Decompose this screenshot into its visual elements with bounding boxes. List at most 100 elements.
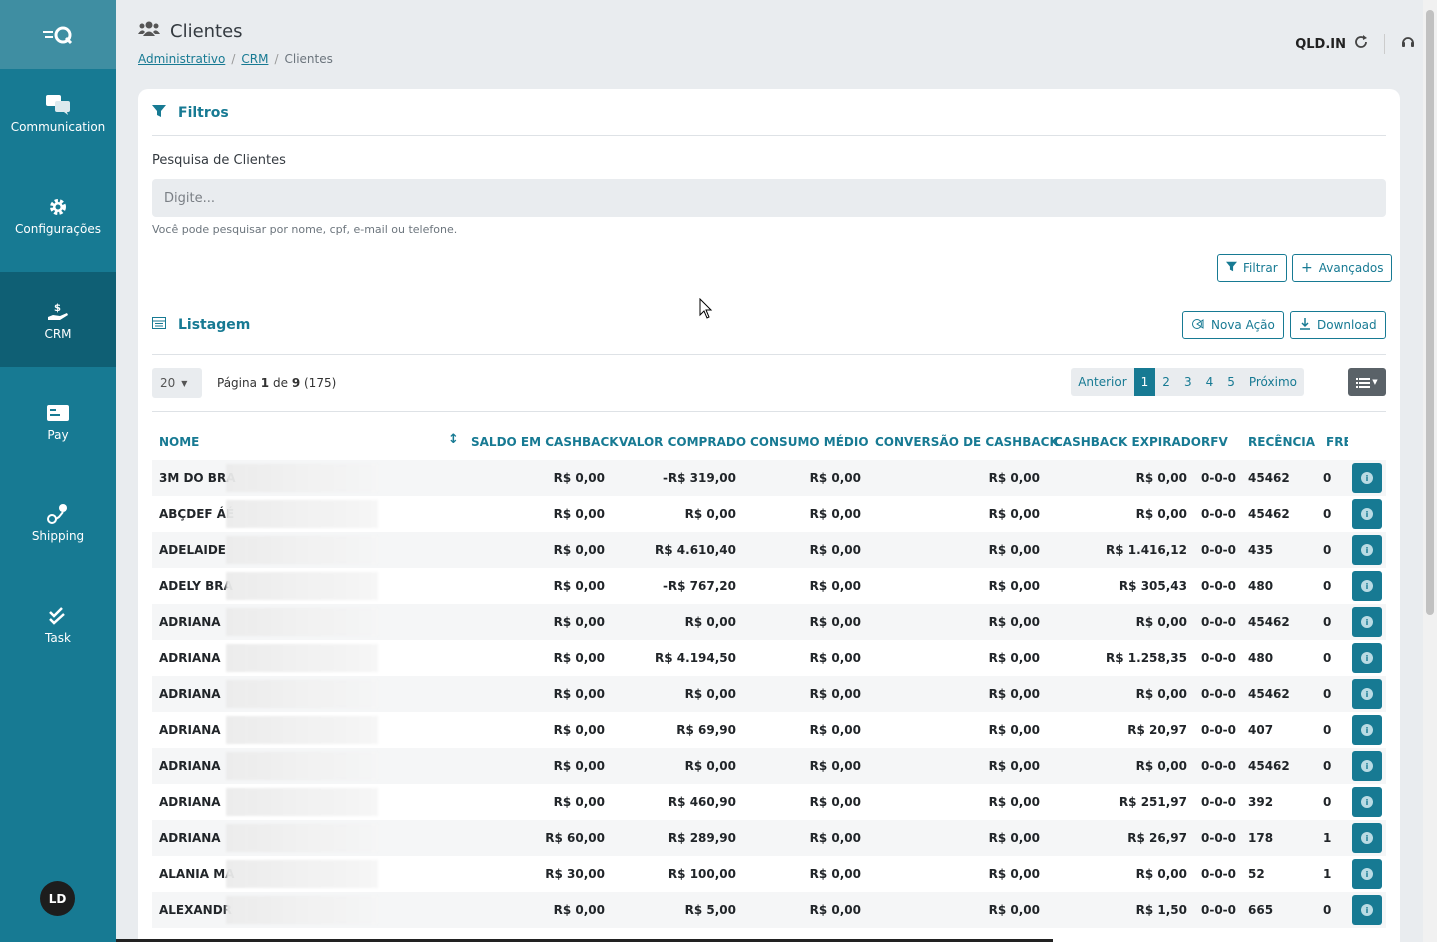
col-expirado[interactable]: CASHBACK EXPIRADO (1054, 435, 1201, 449)
row-info-button[interactable]: i (1352, 679, 1382, 709)
cell-expirado: R$ 1,50 (1135, 903, 1187, 917)
row-info-button[interactable]: i (1352, 607, 1382, 637)
pager-page[interactable]: 5 (1220, 368, 1242, 396)
new-action-label: Nova Ação (1211, 318, 1275, 332)
breadcrumb: Administrativo / CRM / Clientes (138, 52, 333, 66)
table-row: ADRIANA R$ 0,00 R$ 0,00 R$ 0,00 R$ 0,00 R$ 0,… (152, 676, 1386, 712)
cell-freq: 0 (1323, 651, 1332, 665)
col-rfv[interactable]: RFV (1201, 435, 1228, 449)
pager-next[interactable]: Próximo (1242, 368, 1304, 396)
row-info-button[interactable]: i (1352, 895, 1382, 925)
megaphone-icon (1191, 318, 1205, 333)
breadcrumb-administrativo[interactable]: Administrativo (138, 52, 225, 66)
cell-rfv: 0-0-0 (1201, 759, 1237, 773)
breadcrumb-crm[interactable]: CRM (241, 52, 268, 66)
chat-icon (46, 92, 70, 118)
cell-consumo: R$ 0,00 (809, 579, 861, 593)
col-recencia[interactable]: RECÊNCIA (1248, 435, 1315, 449)
search-input[interactable] (152, 179, 1386, 217)
col-valor[interactable]: VALOR COMPRADO (619, 435, 746, 449)
download-button[interactable]: Download (1290, 311, 1386, 339)
row-info-button[interactable]: i (1352, 787, 1382, 817)
new-action-button[interactable]: Nova Ação (1182, 311, 1284, 339)
cell-valor: R$ 460,90 (667, 795, 736, 809)
row-info-button[interactable]: i (1352, 499, 1382, 529)
scrollbar-thumb[interactable] (1426, 10, 1434, 615)
row-info-button[interactable]: i (1352, 571, 1382, 601)
row-info-button[interactable]: i (1352, 643, 1382, 673)
avatar[interactable]: LD (40, 881, 75, 916)
col-conversao[interactable]: CONVERSÃO DE CASHBACK (875, 435, 1059, 449)
sort-arrow-icon[interactable]: ↕ (448, 432, 459, 447)
col-freq[interactable]: FREQ (1326, 435, 1348, 449)
cell-saldo: R$ 0,00 (553, 543, 605, 557)
svg-text:$: $ (54, 303, 61, 314)
filters-header[interactable]: Filtros (152, 104, 229, 122)
refresh-icon[interactable] (1354, 35, 1368, 53)
cell-nome: ALANIA MA (159, 867, 235, 881)
filter-button[interactable]: Filtrar (1217, 254, 1287, 282)
table-row: ABÇDEF ÁÉ R$ 0,00 R$ 0,00 R$ 0,00 R$ 0,00 R$ … (152, 496, 1386, 532)
users-icon (138, 20, 160, 42)
cell-expirado: R$ 0,00 (1135, 507, 1187, 521)
row-info-button[interactable]: i (1352, 463, 1382, 493)
cell-nome: ADELAIDE (159, 543, 227, 557)
cell-conversao: R$ 0,00 (988, 651, 1040, 665)
table-row: ALANIA MA R$ 30,00 R$ 100,00 R$ 0,00 R$ 0,00… (152, 856, 1386, 892)
cell-recencia: 45462 (1248, 507, 1290, 521)
col-nome[interactable]: NOME (159, 435, 199, 449)
per-page-select[interactable]: 20 ▼ (152, 368, 202, 398)
view-options-button[interactable]: ▼ (1348, 368, 1386, 396)
cell-valor: -R$ 319,00 (662, 471, 736, 485)
advanced-button[interactable]: + Avançados (1292, 254, 1393, 282)
sidebar-item-label: Communication (10, 119, 106, 134)
sidebar-item-pay[interactable]: Pay (0, 373, 116, 468)
sidebar-item-task[interactable]: Task (0, 576, 116, 671)
cell-consumo: R$ 0,00 (809, 471, 861, 485)
cell-saldo: R$ 60,00 (545, 831, 605, 845)
pager-page[interactable]: 4 (1199, 368, 1221, 396)
scrollbar[interactable] (1423, 0, 1437, 942)
headset-icon[interactable] (1401, 35, 1415, 53)
sidebar-item-crm[interactable]: $ CRM (0, 272, 116, 367)
pager-page[interactable]: 1 (1133, 368, 1156, 396)
cell-saldo: R$ 0,00 (553, 723, 605, 737)
list-view-icon (1356, 373, 1371, 392)
cell-consumo: R$ 0,00 (809, 723, 861, 737)
cell-nome: ABÇDEF ÁÉ (159, 507, 235, 521)
col-consumo[interactable]: CONSUMO MÉDIO (750, 435, 869, 449)
cell-valor: R$ 4.610,40 (655, 543, 736, 557)
pager-prev[interactable]: Anterior (1071, 368, 1133, 396)
row-info-button[interactable]: i (1352, 535, 1382, 565)
redacted-name (226, 860, 378, 888)
cell-saldo: R$ 0,00 (553, 903, 605, 917)
col-saldo[interactable]: SALDO EM CASHBACK (471, 435, 619, 449)
account-name[interactable]: QLD.IN (1295, 37, 1346, 52)
divider (152, 135, 1386, 136)
cell-consumo: R$ 0,00 (809, 615, 861, 629)
sidebar-item-communication[interactable]: Communication (0, 65, 116, 160)
funnel-icon (152, 104, 166, 122)
brand-logo[interactable] (0, 0, 116, 69)
info-icon: i (1361, 796, 1373, 808)
table-row: ADRIANA R$ 0,00 R$ 0,00 R$ 0,00 R$ 0,00 R$ 0,… (152, 748, 1386, 784)
pager-page[interactable]: 2 (1155, 368, 1177, 396)
cell-valor: R$ 5,00 (684, 903, 736, 917)
cell-valor: R$ 0,00 (684, 759, 736, 773)
cell-expirado: R$ 1.416,12 (1106, 543, 1187, 557)
sidebar-item-configuracoes[interactable]: Configurações (0, 167, 116, 262)
page-info: Página 1 de 9 (175) (217, 376, 337, 390)
cell-rfv: 0-0-0 (1201, 795, 1237, 809)
redacted-name (226, 680, 378, 708)
row-info-button[interactable]: i (1352, 823, 1382, 853)
cell-recencia: 45462 (1248, 615, 1290, 629)
sidebar-item-shipping[interactable]: Shipping (0, 474, 116, 569)
row-info-button[interactable]: i (1352, 715, 1382, 745)
cell-valor: R$ 100,00 (667, 867, 736, 881)
redacted-name (226, 716, 378, 744)
row-info-button[interactable]: i (1352, 751, 1382, 781)
cell-rfv: 0-0-0 (1201, 471, 1237, 485)
row-info-button[interactable]: i (1352, 859, 1382, 889)
funnel-icon (1226, 261, 1237, 275)
pager-page[interactable]: 3 (1177, 368, 1199, 396)
